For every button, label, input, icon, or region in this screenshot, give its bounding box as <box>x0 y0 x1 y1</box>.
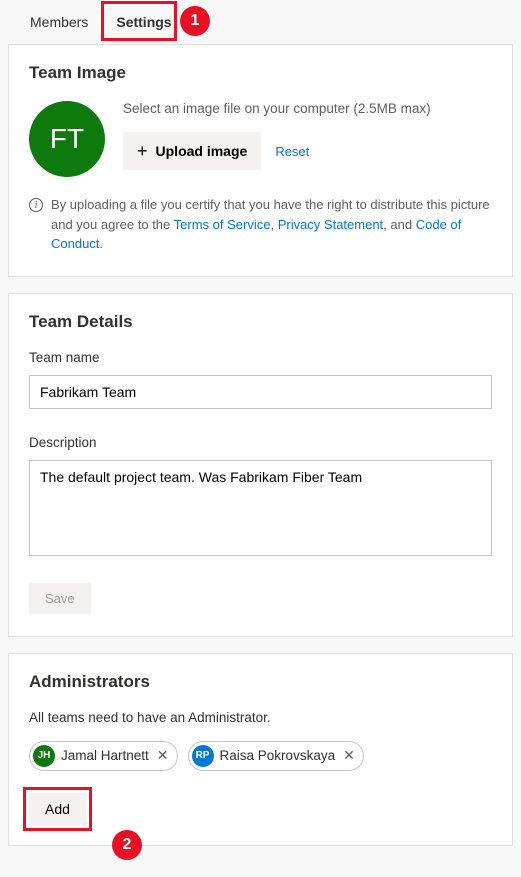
avatar: JH <box>33 745 55 767</box>
privacy-statement-link[interactable]: Privacy Statement <box>278 217 384 232</box>
remove-admin-icon[interactable]: ✕ <box>157 747 169 764</box>
administrators-note: All teams need to have an Administrator. <box>29 710 492 725</box>
tab-members[interactable]: Members <box>16 6 102 38</box>
administrators-title: Administrators <box>29 672 492 692</box>
team-details-title: Team Details <box>29 312 492 332</box>
team-name-input[interactable] <box>29 375 492 409</box>
upload-disclosure: i By uploading a file you certify that y… <box>29 195 492 254</box>
tab-settings[interactable]: Settings <box>102 6 185 38</box>
upload-help-text: Select an image file on your computer (2… <box>123 101 492 116</box>
save-button[interactable]: Save <box>29 583 91 614</box>
upload-image-label: Upload image <box>156 143 248 159</box>
admin-chip[interactable]: JH Jamal Hartnett ✕ <box>29 741 178 771</box>
team-name-label: Team name <box>29 350 492 365</box>
administrators-card: Administrators All teams need to have an… <box>8 653 513 846</box>
upload-image-button[interactable]: + Upload image <box>123 132 261 170</box>
admin-chip[interactable]: RP Raisa Pokrovskaya ✕ <box>188 741 364 771</box>
info-icon: i <box>29 198 43 212</box>
team-details-card: Team Details Team name Description The d… <box>8 293 513 637</box>
team-image-title: Team Image <box>29 63 492 83</box>
description-textarea[interactable]: The default project team. Was Fabrikam F… <box>29 460 492 556</box>
terms-of-service-link[interactable]: Terms of Service <box>174 217 271 232</box>
admin-chip-name: Raisa Pokrovskaya <box>220 748 336 763</box>
admin-chip-name: Jamal Hartnett <box>61 748 149 763</box>
description-label: Description <box>29 435 492 450</box>
tabs-bar: Members Settings 1 <box>8 0 513 38</box>
reset-link[interactable]: Reset <box>275 144 309 159</box>
admin-chips: JH Jamal Hartnett ✕ RP Raisa Pokrovskaya… <box>29 741 492 771</box>
plus-icon: + <box>137 142 148 160</box>
team-avatar: FT <box>29 101 105 177</box>
add-button[interactable]: Add <box>29 793 86 825</box>
avatar: RP <box>192 745 214 767</box>
remove-admin-icon[interactable]: ✕ <box>343 747 355 764</box>
team-image-card: Team Image FT Select an image file on yo… <box>8 44 513 277</box>
